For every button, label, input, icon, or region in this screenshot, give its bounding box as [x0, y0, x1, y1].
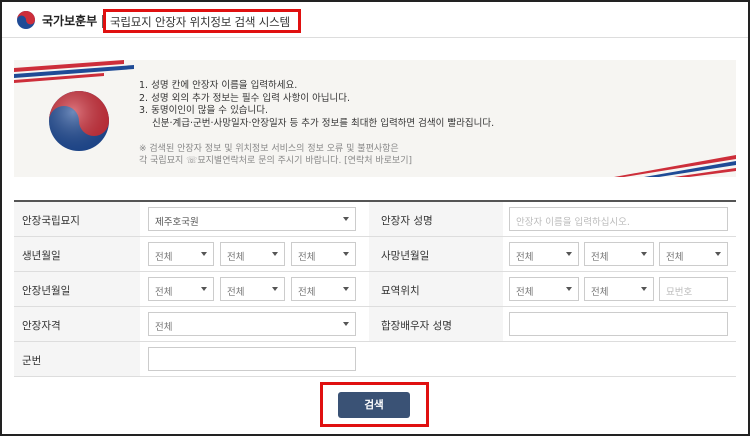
- birth-year-select[interactable]: 전체: [148, 242, 214, 266]
- chevron-down-icon: [343, 287, 349, 291]
- chevron-down-icon: [201, 287, 207, 291]
- death-label: 사망년월일: [369, 237, 503, 271]
- form-row-birth-death: 생년월일 전체 전체 전체 사망년월일 전체 전체 전체: [14, 237, 736, 272]
- brand-name: 국가보훈부: [42, 14, 98, 28]
- search-form: 안장국립묘지 제주호국원 안장자 성명 안장자 이름을 입력하십시오. 생년월일…: [14, 200, 736, 377]
- burial-year-select[interactable]: 전체: [148, 277, 214, 301]
- name-placeholder: 안장자 이름을 입력하십시오.: [516, 217, 630, 228]
- qualification-select[interactable]: 전체: [148, 312, 356, 336]
- instruction-sub-line: 신분·계급·군번·사망일자·안장일자 등 추가 정보를 최대한 입력하면 검색이…: [152, 117, 495, 129]
- form-row-qualification: 안장자격 전체 합장배우자 성명: [14, 307, 736, 342]
- qualification-value: 전체: [155, 322, 173, 333]
- name-input[interactable]: 안장자 이름을 입력하십시오.: [509, 207, 728, 231]
- grave-area-value: 전체: [516, 287, 534, 298]
- instructions: 1. 성명 칸에 안장자 이름을 입력하세요. 2. 성명 외의 추가 정보는 …: [139, 80, 494, 130]
- death-day-value: 전체: [666, 252, 684, 263]
- burial-day-select[interactable]: 전체: [291, 277, 356, 301]
- burial-label: 안장년월일: [14, 272, 140, 306]
- chevron-down-icon: [272, 287, 278, 291]
- birth-day-value: 전체: [298, 252, 316, 263]
- birth-year-value: 전체: [155, 252, 173, 263]
- form-row-cemetery: 안장국립묘지 제주호국원 안장자 성명 안장자 이름을 입력하십시오.: [14, 202, 736, 237]
- notice: ※ 검색된 안장자 정보 및 위치정보 서비스의 정보 오류 및 불편사항은 각…: [139, 143, 412, 167]
- instruction-line-2: 2. 성명 외의 추가 정보는 필수 입력 사항이 아닙니다.: [139, 92, 351, 104]
- instruction-line-3: 3. 동명이인이 많을 수 있습니다.: [139, 105, 269, 116]
- death-month-select[interactable]: 전체: [584, 242, 654, 266]
- info-banner: 1. 성명 칸에 안장자 이름을 입력하세요. 2. 성명 외의 추가 정보는 …: [14, 60, 736, 177]
- chevron-down-icon: [566, 287, 572, 291]
- birth-day-select[interactable]: 전체: [291, 242, 356, 266]
- notice-line-2[interactable]: 각 국립묘지 ☏묘지별연락처로 문의 주시기 바랍니다. [연락처 바로보기]: [139, 155, 412, 167]
- notice-line-1: ※ 검색된 안장자 정보 및 위치정보 서비스의 정보 오류 및 불편사항은: [139, 144, 399, 154]
- cemetery-select[interactable]: 제주호국원: [148, 207, 356, 231]
- grave-area-select[interactable]: 전체: [509, 277, 579, 301]
- taegeuk-emblem-icon: [49, 91, 109, 151]
- death-day-select[interactable]: 전체: [659, 242, 728, 266]
- spouse-name-input[interactable]: [509, 312, 728, 336]
- qualification-label: 안장자격: [14, 307, 140, 341]
- chevron-down-icon: [343, 217, 349, 221]
- birth-month-select[interactable]: 전체: [220, 242, 285, 266]
- death-year-select[interactable]: 전체: [509, 242, 579, 266]
- chevron-down-icon: [641, 252, 647, 256]
- burial-day-value: 전체: [298, 287, 316, 298]
- grave-row-value: 전체: [591, 287, 609, 298]
- instruction-line-1: 1. 성명 칸에 안장자 이름을 입력하세요.: [139, 80, 298, 91]
- header: 국가보훈부 국립묘지 안장자 위치정보 검색 시스템: [2, 2, 748, 38]
- name-label: 안장자 성명: [369, 202, 503, 236]
- chevron-down-icon: [715, 252, 721, 256]
- service-number-label: 군번: [14, 342, 140, 376]
- grave-number-input[interactable]: 묘번호: [659, 277, 728, 301]
- cemetery-label: 안장국립묘지: [14, 202, 140, 236]
- chevron-down-icon: [343, 322, 349, 326]
- chevron-down-icon: [201, 252, 207, 256]
- burial-month-select[interactable]: 전체: [220, 277, 285, 301]
- system-title: 국립묘지 안장자 위치정보 검색 시스템: [110, 15, 290, 29]
- spouse-name-label: 합장배우자 성명: [369, 307, 503, 341]
- taegeuk-logo-icon: [17, 11, 35, 29]
- chevron-down-icon: [343, 252, 349, 256]
- grave-location-label: 묘역위치: [369, 272, 503, 306]
- cemetery-selected-value: 제주호국원: [155, 217, 199, 228]
- birth-month-value: 전체: [227, 252, 245, 263]
- title-highlight-box: 국립묘지 안장자 위치정보 검색 시스템: [102, 9, 301, 33]
- chevron-down-icon: [566, 252, 572, 256]
- grave-row-select[interactable]: 전체: [584, 277, 654, 301]
- death-month-value: 전체: [591, 252, 609, 263]
- burial-year-value: 전체: [155, 287, 173, 298]
- grave-number-placeholder: 묘번호: [666, 287, 693, 298]
- search-button[interactable]: 검색: [338, 392, 410, 418]
- service-number-input[interactable]: [148, 347, 356, 371]
- form-row-service-number: 군번: [14, 342, 736, 377]
- title-divider: [102, 15, 103, 28]
- form-row-burial-grave: 안장년월일 전체 전체 전체 묘역위치 전체 전체 묘번호: [14, 272, 736, 307]
- chevron-down-icon: [641, 287, 647, 291]
- burial-month-value: 전체: [227, 287, 245, 298]
- birth-label: 생년월일: [14, 237, 140, 271]
- chevron-down-icon: [272, 252, 278, 256]
- death-year-value: 전체: [516, 252, 534, 263]
